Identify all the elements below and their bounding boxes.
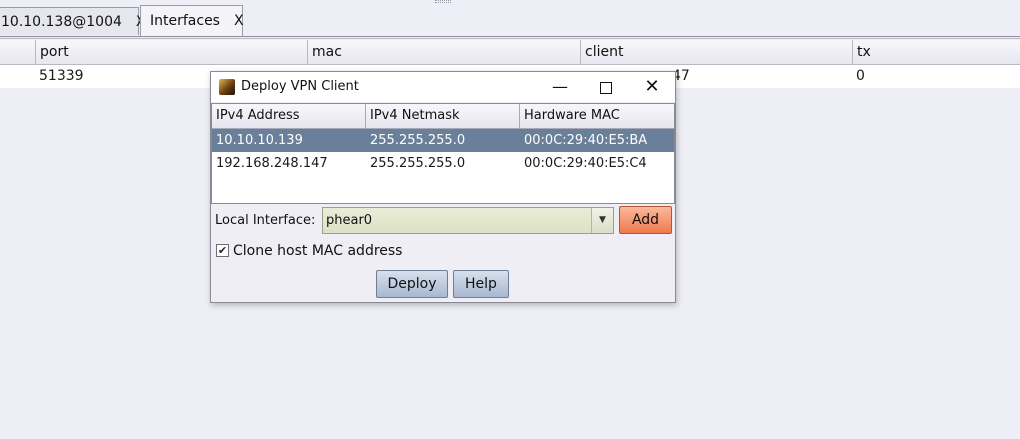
cell-hardware-mac: 00:0C:29:40:E5:BA: [524, 133, 648, 148]
maximize-button[interactable]: [583, 72, 629, 102]
cell-ipv4-address: 192.168.248.147: [216, 156, 328, 171]
cell-ipv4-netmask: 255.255.255.0: [370, 133, 466, 148]
minimize-icon: —: [552, 77, 568, 96]
tab-interfaces-label: Interfaces: [150, 13, 220, 29]
dialog-title-bar[interactable]: Deploy VPN Client — ✕: [211, 72, 675, 102]
tab-interfaces-close-icon[interactable]: X: [234, 13, 244, 29]
close-icon: ✕: [644, 76, 660, 97]
chevron-down-icon[interactable]: ▼: [591, 208, 613, 233]
add-button[interactable]: Add: [619, 206, 672, 234]
checkmark-icon: ✔: [217, 244, 228, 257]
tab-strip: 10.10.138@1004 X Interfaces X: [0, 0, 1020, 36]
tab-divider-secondary: [0, 38, 1020, 39]
column-header-mac[interactable]: mac: [307, 40, 580, 64]
table-row[interactable]: 192.168.248.147 255.255.255.0 00:0C:29:4…: [212, 152, 674, 175]
cell-hardware-mac: 00:0C:29:40:E5:C4: [524, 156, 647, 171]
deploy-button[interactable]: Deploy: [376, 270, 448, 298]
local-interface-value: phear0: [326, 213, 373, 228]
app-icon: [219, 79, 235, 95]
local-interface-label: Local Interface:: [215, 213, 316, 228]
clone-mac-label[interactable]: Clone host MAC address: [233, 240, 402, 262]
cell-ipv4-address: 10.10.10.139: [216, 133, 303, 148]
column-header-ipv4-netmask[interactable]: IPv4 Netmask: [366, 104, 520, 128]
maximize-icon: [600, 81, 612, 94]
column-header-ipv4-address[interactable]: IPv4 Address: [212, 104, 366, 128]
column-header-port[interactable]: port: [35, 40, 307, 64]
interfaces-table-header: port mac client tx: [0, 40, 1020, 65]
tab-interfaces[interactable]: Interfaces X: [140, 5, 244, 36]
deploy-vpn-client-dialog: Deploy VPN Client — ✕ IPv4 Address IPv4 …: [210, 71, 676, 303]
column-header-tx[interactable]: tx: [852, 40, 1020, 64]
close-button[interactable]: ✕: [629, 72, 675, 102]
cell-tx: 0: [856, 68, 865, 84]
help-button[interactable]: Help: [453, 270, 509, 298]
address-table-header: IPv4 Address IPv4 Netmask Hardware MAC: [212, 104, 674, 129]
cell-ipv4-netmask: 255.255.255.0: [370, 156, 466, 171]
column-header-client[interactable]: client: [580, 40, 852, 64]
minimize-button[interactable]: —: [537, 72, 583, 102]
column-header-leading[interactable]: [0, 40, 35, 64]
cell-port: 51339: [39, 68, 84, 84]
tab-connection[interactable]: 10.10.138@1004 X: [0, 7, 145, 35]
dialog-title: Deploy VPN Client: [241, 79, 359, 94]
drag-grip-icon[interactable]: [435, 0, 451, 3]
table-row-selected[interactable]: 10.10.10.139 255.255.255.0 00:0C:29:40:E…: [212, 129, 674, 152]
clone-mac-checkbox[interactable]: ✔: [216, 244, 229, 257]
tab-divider: [0, 36, 1020, 37]
address-table: IPv4 Address IPv4 Netmask Hardware MAC 1…: [211, 103, 675, 204]
tab-connection-label: 10.10.138@1004: [1, 13, 122, 30]
column-header-hardware-mac[interactable]: Hardware MAC: [520, 104, 674, 128]
local-interface-select[interactable]: phear0 ▼: [322, 207, 614, 234]
